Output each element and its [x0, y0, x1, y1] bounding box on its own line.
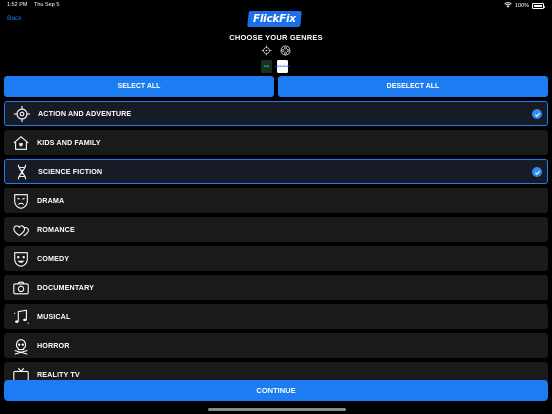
genre-label: HORROR — [37, 341, 70, 350]
provider-logos: hulu paramount+ — [261, 60, 290, 73]
comedy-mask-icon — [11, 249, 31, 269]
back-button[interactable]: Back — [7, 15, 21, 22]
genre-list[interactable]: ACTION AND ADVENTURE KIDS AND FAMILY SCI… — [4, 101, 548, 381]
status-right: 100% — [504, 2, 545, 10]
target-icon — [261, 45, 272, 56]
target-icon — [12, 104, 32, 124]
music-notes-icon — [11, 307, 31, 327]
wifi-icon — [504, 2, 512, 10]
select-all-button[interactable]: SELECT ALL — [4, 76, 274, 97]
genre-label: DRAMA — [37, 196, 65, 205]
checkmark-icon — [532, 167, 542, 177]
genre-row-science-fiction[interactable]: SCIENCE FICTION — [4, 159, 548, 184]
tv-icon — [11, 365, 31, 381]
film-reel-icon — [280, 45, 291, 56]
genre-label: ACTION AND ADVENTURE — [38, 109, 132, 118]
genre-row-musical[interactable]: MUSICAL — [4, 304, 548, 329]
genre-label: ROMANCE — [37, 225, 75, 234]
genre-row-kids-and-family[interactable]: KIDS AND FAMILY — [4, 130, 548, 155]
genre-row-horror[interactable]: HORROR — [4, 333, 548, 358]
home-indicator — [208, 408, 346, 411]
hearts-icon — [11, 220, 31, 240]
genre-label: SCIENCE FICTION — [38, 167, 103, 176]
genre-row-romance[interactable]: ROMANCE — [4, 217, 548, 242]
page-title: CHOOSE YOUR GENRES — [229, 33, 323, 42]
genre-label: REALITY TV — [37, 370, 80, 379]
genre-label: MUSICAL — [37, 312, 71, 321]
paramount-logo: paramount+ — [275, 60, 290, 73]
genre-label: DOCUMENTARY — [37, 283, 94, 292]
battery-icon — [532, 3, 545, 9]
drama-mask-icon — [11, 191, 31, 211]
status-date: Thu Sep 5 — [34, 2, 60, 8]
checkmark-icon — [532, 109, 542, 119]
family-house-icon — [11, 133, 31, 153]
status-time: 1:52 PM — [7, 2, 28, 8]
status-left: 1:52 PM Thu Sep 5 — [7, 2, 59, 8]
genre-row-documentary[interactable]: DOCUMENTARY — [4, 275, 548, 300]
genre-row-reality-tv[interactable]: REALITY TV — [4, 362, 548, 381]
header-icons — [261, 45, 291, 56]
genre-row-drama[interactable]: DRAMA — [4, 188, 548, 213]
hulu-logo: hulu — [261, 60, 272, 73]
flickfix-logo: FlickFix — [247, 11, 302, 27]
continue-button[interactable]: CONTINUE — [4, 380, 548, 401]
genre-row-action-and-adventure[interactable]: ACTION AND ADVENTURE — [4, 101, 548, 126]
dna-icon — [12, 162, 32, 182]
genre-row-comedy[interactable]: COMEDY — [4, 246, 548, 271]
battery-percent: 100% — [514, 3, 529, 9]
genre-label: COMEDY — [37, 254, 70, 263]
skull-icon — [11, 336, 31, 356]
genre-label: KIDS AND FAMILY — [37, 138, 101, 147]
logo-text: FlickFix — [253, 13, 296, 25]
status-bar: 1:52 PM Thu Sep 5 100% — [0, 0, 552, 10]
deselect-all-button[interactable]: DESELECT ALL — [278, 76, 548, 97]
camera-icon — [11, 278, 31, 298]
